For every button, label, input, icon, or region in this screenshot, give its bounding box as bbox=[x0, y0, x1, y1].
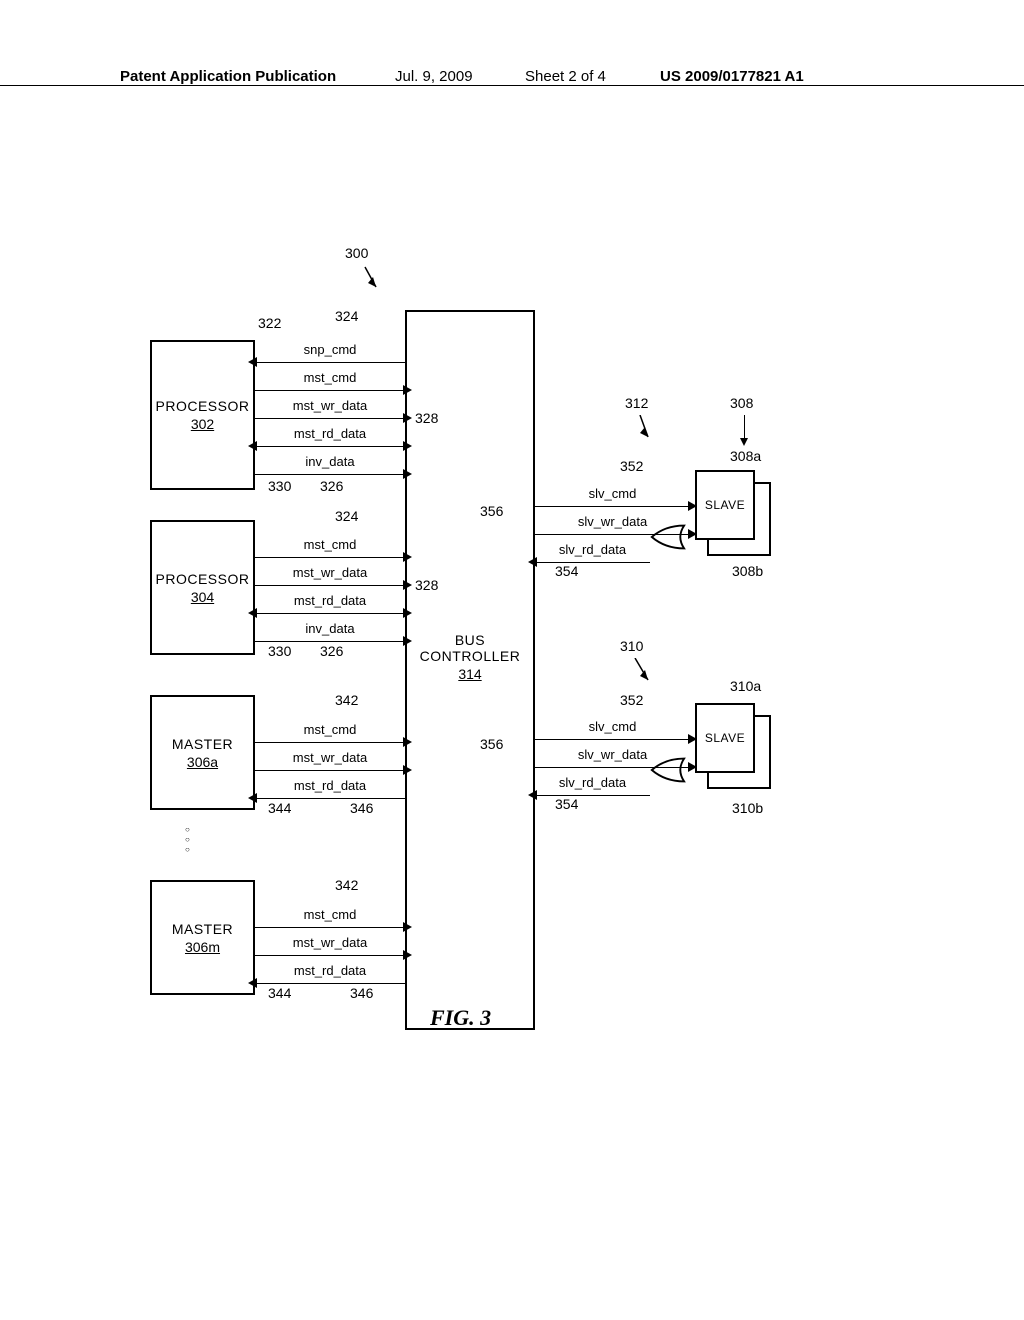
ref-330-2: 330 bbox=[268, 643, 291, 659]
slave2-title: SLAVE bbox=[705, 731, 745, 745]
or-gate-icon-310 bbox=[648, 751, 686, 789]
sig-snp-cmd-302: snp_cmd bbox=[255, 338, 405, 363]
header-sheet: Sheet 2 of 4 bbox=[525, 68, 606, 85]
ref-344-2: 344 bbox=[268, 985, 291, 1001]
ref-342-2: 342 bbox=[335, 877, 358, 893]
ref-308a: 308a bbox=[730, 448, 761, 464]
ref-356-2: 356 bbox=[480, 736, 503, 752]
master-m-ref: 306m bbox=[185, 939, 220, 955]
ref-354-1: 354 bbox=[555, 563, 578, 579]
leader-308 bbox=[744, 415, 745, 440]
processor-304-block: PROCESSOR 304 bbox=[150, 520, 255, 655]
buscon-ref: 314 bbox=[458, 666, 481, 682]
processor-302-block: PROCESSOR 302 bbox=[150, 340, 255, 490]
ref-310: 310 bbox=[620, 638, 643, 654]
sig-mst-wr-302: mst_wr_data bbox=[255, 394, 405, 419]
ref-328-1: 328 bbox=[415, 410, 438, 426]
sig-mst-cmd-306m: mst_cmd bbox=[255, 903, 405, 928]
ref-324-2: 324 bbox=[335, 508, 358, 524]
sig-mst-rd-304: mst_rd_data bbox=[255, 589, 405, 614]
master-a-title: MASTER bbox=[172, 736, 233, 752]
buscon-title-l1: BUS bbox=[455, 632, 485, 648]
proc2-ref: 304 bbox=[191, 589, 214, 605]
sig-mst-cmd-304: mst_cmd bbox=[255, 533, 405, 558]
master-m-title: MASTER bbox=[172, 921, 233, 937]
figure-3: 300 BUS CONTROLLER 314 PROCESSOR 302 snp… bbox=[150, 260, 870, 1040]
proc1-ref: 302 bbox=[191, 416, 214, 432]
leader-308-arrow bbox=[740, 438, 748, 446]
sig-mst-wr-306m: mst_wr_data bbox=[255, 931, 405, 956]
ref-354-2: 354 bbox=[555, 796, 578, 812]
master-a-ref: 306a bbox=[187, 754, 218, 770]
ref-308: 308 bbox=[730, 395, 753, 411]
ref-326-2: 326 bbox=[320, 643, 343, 659]
sig-mst-rd-306a: mst_rd_data bbox=[255, 774, 405, 799]
sig-slv-cmd-308: slv_cmd bbox=[535, 482, 690, 507]
master-306a-block: MASTER 306a bbox=[150, 695, 255, 810]
ref-330-1: 330 bbox=[268, 478, 291, 494]
ref-342-1: 342 bbox=[335, 692, 358, 708]
slave-310a-block: SLAVE bbox=[695, 703, 755, 773]
slave-308a-block: SLAVE bbox=[695, 470, 755, 540]
sig-mst-cmd-306a: mst_cmd bbox=[255, 718, 405, 743]
ref-310b: 310b bbox=[732, 800, 763, 816]
sig-slv-cmd-310: slv_cmd bbox=[535, 715, 690, 740]
ellipsis-icon: ○○○ bbox=[185, 825, 190, 855]
page: Patent Application Publication Jul. 9, 2… bbox=[0, 0, 1024, 1320]
ref-346-1: 346 bbox=[350, 800, 373, 816]
ref-310a: 310a bbox=[730, 678, 761, 694]
master-306m-block: MASTER 306m bbox=[150, 880, 255, 995]
header-left: Patent Application Publication bbox=[120, 68, 336, 85]
sig-mst-rd-302: mst_rd_data bbox=[255, 422, 405, 447]
or-gate-icon-308 bbox=[648, 518, 686, 556]
ref-344-1: 344 bbox=[268, 800, 291, 816]
sig-mst-wr-306a: mst_wr_data bbox=[255, 746, 405, 771]
sig-slv-rd-308: slv_rd_data bbox=[535, 538, 650, 563]
ref-356-1: 356 bbox=[480, 503, 503, 519]
ref-308b: 308b bbox=[732, 563, 763, 579]
ref-328-2: 328 bbox=[415, 577, 438, 593]
sig-mst-cmd-302: mst_cmd bbox=[255, 366, 405, 391]
sig-mst-wr-304: mst_wr_data bbox=[255, 561, 405, 586]
ref-346-2: 346 bbox=[350, 985, 373, 1001]
ref-324-1: 324 bbox=[335, 308, 358, 324]
ref-312: 312 bbox=[625, 395, 648, 411]
leader-300 bbox=[350, 265, 380, 295]
figure-caption: FIG. 3 bbox=[430, 1005, 491, 1031]
leader-312 bbox=[630, 415, 650, 445]
ref-300: 300 bbox=[345, 245, 368, 261]
buscon-title-l2: CONTROLLER bbox=[420, 648, 521, 664]
ref-352-1: 352 bbox=[620, 458, 643, 474]
slave1-title: SLAVE bbox=[705, 498, 745, 512]
header-pubno: US 2009/0177821 A1 bbox=[660, 68, 804, 85]
ref-322: 322 bbox=[258, 315, 281, 331]
leader-310 bbox=[630, 658, 650, 688]
proc1-title: PROCESSOR bbox=[156, 398, 250, 414]
sig-inv-304: inv_data bbox=[255, 617, 405, 642]
ref-326-1: 326 bbox=[320, 478, 343, 494]
sig-mst-rd-306m: mst_rd_data bbox=[255, 959, 405, 984]
sig-inv-302: inv_data bbox=[255, 450, 405, 475]
proc2-title: PROCESSOR bbox=[156, 571, 250, 587]
sig-slv-rd-310: slv_rd_data bbox=[535, 771, 650, 796]
ref-352-2: 352 bbox=[620, 692, 643, 708]
page-header: Patent Application Publication Jul. 9, 2… bbox=[0, 85, 1024, 88]
header-date: Jul. 9, 2009 bbox=[395, 68, 473, 85]
